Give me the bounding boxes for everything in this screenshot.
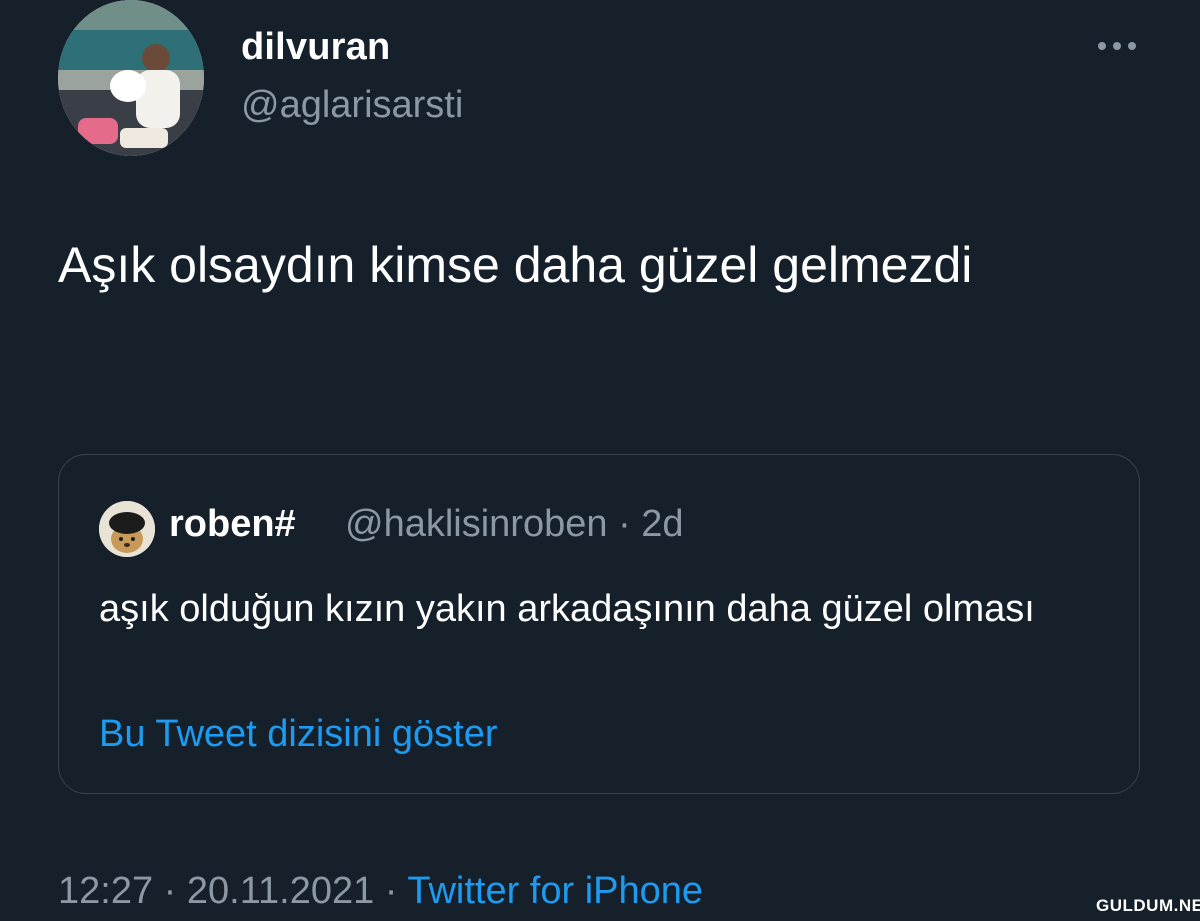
avatar-photo [58, 0, 204, 156]
author-display-name[interactable]: dilvuran [241, 26, 390, 69]
quoted-author-handle: @haklisinroben [345, 503, 608, 545]
watermark: GULDUM.NET [1096, 896, 1200, 915]
tweet-detail-page: dilvuran @aglarisarsti Aşık olsaydın kim… [0, 0, 1200, 921]
quoted-tweet-card[interactable]: roben# @haklisinroben · 2d aşık olduğun … [58, 454, 1140, 794]
quoted-tweet-time: · 2d [618, 503, 684, 545]
author-handle[interactable]: @aglarisarsti [241, 84, 463, 127]
show-thread-link[interactable]: Bu Tweet dizisini göster [99, 713, 498, 756]
quoted-avatar-photo [99, 501, 155, 557]
meta-separator: · [374, 870, 408, 912]
quoted-author-display-name: roben# [169, 503, 296, 545]
tweet-metadata: 12:27 · 20.11.2021 · Twitter for iPhone [58, 870, 703, 913]
more-options-icon[interactable] [1096, 36, 1138, 56]
quoted-author-avatar[interactable] [99, 501, 155, 557]
quoted-tweet-text: aşık olduğun kızın yakın arkadaşının dah… [99, 588, 1035, 630]
quoted-author-handle-time: @haklisinroben · 2d [345, 503, 684, 546]
author-avatar[interactable] [58, 0, 204, 156]
tweet-text: Aşık olsaydın kimse daha güzel gelmezdi [58, 237, 973, 293]
tweet-timestamp[interactable]: 12:27 · 20.11.2021 [58, 870, 374, 912]
tweet-source-link[interactable]: Twitter for iPhone [407, 870, 703, 912]
